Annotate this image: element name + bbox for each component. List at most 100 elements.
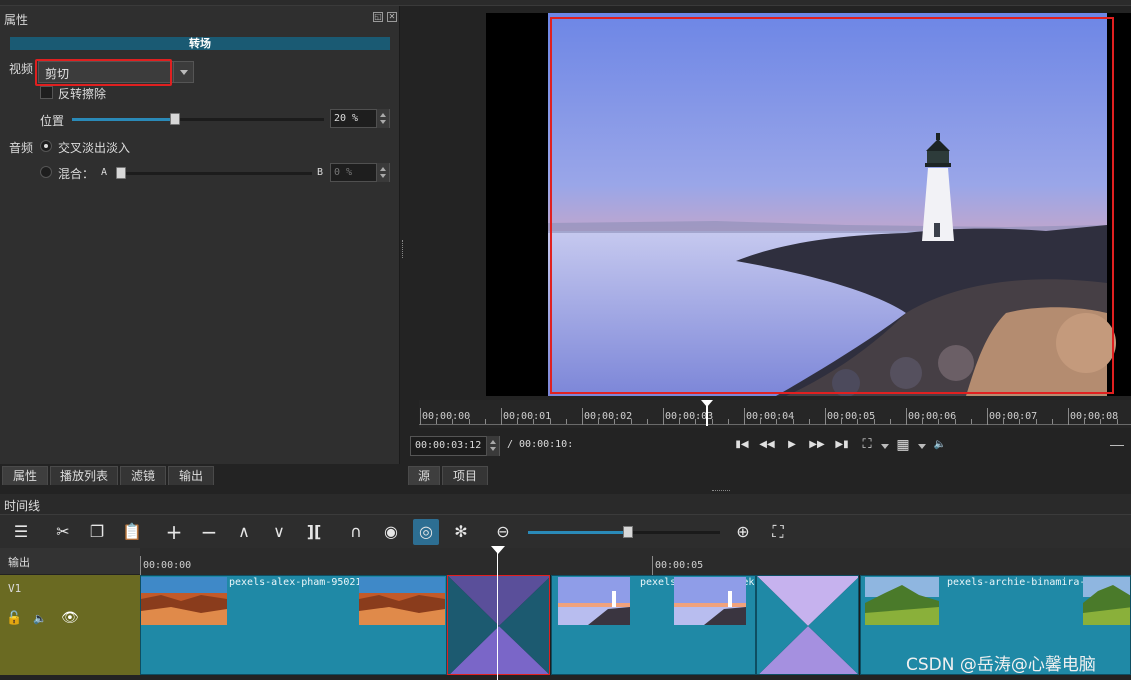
scrub-eye-icon[interactable]: ◉ bbox=[378, 519, 404, 545]
ruler-major-tick bbox=[1068, 408, 1069, 425]
clip-thumbnail-mountains bbox=[865, 577, 939, 625]
output-label: 输出 bbox=[8, 556, 30, 569]
position-slider-handle[interactable] bbox=[170, 113, 181, 125]
tab-filters[interactable]: 滤镜 bbox=[120, 466, 166, 485]
spin-arrows-icon[interactable] bbox=[486, 436, 499, 456]
close-icon[interactable]: ✕ bbox=[387, 12, 397, 22]
cut-icon[interactable]: ✂ bbox=[50, 519, 76, 545]
timeline-toolbar: ☰ ✂ ❐ 📋 + − ∧ ∨ ][ ∩ ◉ ◎ ✻ ⊖ ⊕ ⛶ bbox=[0, 514, 1131, 548]
transition-x-icon bbox=[757, 576, 858, 674]
duration-label: / 00:00:10: bbox=[507, 439, 574, 450]
position-spinbox[interactable]: 20 % bbox=[330, 109, 390, 128]
position-slider-fill bbox=[72, 118, 171, 121]
reverse-wipe-label: 反转擦除 bbox=[58, 87, 107, 101]
ruler-minor-tick bbox=[808, 419, 810, 424]
crossfade-label: 交叉淡出淡入 bbox=[58, 141, 131, 155]
skip-previous-icon[interactable]: ▮◀ bbox=[733, 436, 751, 454]
ruler-label: 00:00:07 bbox=[989, 411, 1038, 422]
append-icon[interactable]: + bbox=[161, 519, 187, 545]
clip-alex-pham[interactable]: pexels-alex-pham-950210.jpg bbox=[140, 575, 447, 675]
remove-icon[interactable]: − bbox=[196, 519, 222, 545]
volume-slider-icon[interactable] bbox=[1110, 445, 1124, 446]
crossfade-radio[interactable] bbox=[40, 140, 52, 152]
v1-track-header[interactable]: V1 🔓 🔈 👁 bbox=[0, 575, 140, 675]
skip-next-icon[interactable]: ▶▮ bbox=[833, 436, 851, 454]
output-track-header: 输出 bbox=[0, 548, 140, 575]
clip-anand-dandekar[interactable]: pexels-anand-dandekar bbox=[551, 575, 756, 675]
chevron-down-icon[interactable] bbox=[918, 444, 926, 449]
position-slider[interactable] bbox=[72, 113, 324, 125]
chevron-down-icon[interactable] bbox=[881, 444, 889, 449]
radio-selected-dot bbox=[44, 144, 48, 148]
properties-title: 属性 bbox=[4, 13, 29, 27]
tab-source[interactable]: 源 bbox=[408, 466, 440, 485]
ruler-minor-tick bbox=[484, 419, 486, 424]
ripple-all-icon[interactable]: ✻ bbox=[448, 519, 474, 545]
timeline-playhead-line bbox=[497, 552, 498, 680]
timeline-title: 时间线 bbox=[4, 499, 41, 513]
clip-thumbnail-mountains bbox=[1083, 577, 1130, 625]
ruler-major-tick bbox=[825, 408, 826, 425]
clip-thumbnail-lighthouse bbox=[558, 577, 630, 625]
ruler-label: 00:00:08 bbox=[1070, 411, 1119, 422]
timeline-ruler[interactable]: 00:00:00 00:00:05 bbox=[140, 548, 1131, 575]
splitter-handle[interactable] bbox=[712, 490, 730, 492]
timeline-playhead-marker[interactable] bbox=[491, 546, 505, 554]
mix-radio[interactable] bbox=[40, 166, 52, 178]
zoom-out-icon[interactable]: ⊖ bbox=[490, 519, 516, 545]
snap-magnet-icon[interactable]: ∩ bbox=[343, 519, 369, 545]
mix-value: 0 % bbox=[334, 167, 353, 178]
ruler-label: 00:00:01 bbox=[503, 411, 552, 422]
zoom-fit-icon[interactable]: ⛶ bbox=[765, 519, 791, 545]
overwrite-icon[interactable]: ∨ bbox=[266, 519, 292, 545]
lift-icon[interactable]: ∧ bbox=[231, 519, 257, 545]
lock-icon[interactable]: 🔓 bbox=[6, 611, 22, 626]
mix-spinbox[interactable]: 0 % bbox=[330, 163, 390, 182]
mute-icon[interactable]: 🔈 bbox=[33, 612, 47, 625]
ruler-major-tick bbox=[663, 408, 664, 425]
properties-panel: 属性 ◱ ✕ 转场 视频 剪切 反转擦除 位置 20 % 音频 交叉淡出淡入 混… bbox=[0, 6, 400, 464]
transition-x-icon bbox=[448, 576, 549, 674]
spin-arrows-icon[interactable] bbox=[376, 109, 389, 128]
zoom-slider-handle[interactable] bbox=[622, 526, 633, 538]
eye-icon[interactable]: 👁 bbox=[61, 610, 79, 626]
viewer-ruler[interactable]: 00:00:00 00:00:01 00:00:02 00:00:03 00:00:04… bbox=[419, 400, 1131, 428]
ruler-label: 00:00:05 bbox=[827, 411, 876, 422]
ruler-major-tick bbox=[501, 408, 502, 425]
zoom-view-icon[interactable]: ⛶ bbox=[858, 436, 876, 454]
tab-properties[interactable]: 属性 bbox=[2, 466, 48, 485]
rewind-icon[interactable]: ◀◀ bbox=[758, 436, 776, 454]
reverse-wipe-checkbox[interactable] bbox=[40, 86, 53, 99]
timeline-zoom-slider[interactable] bbox=[528, 526, 720, 538]
audio-label: 音频 bbox=[9, 141, 34, 155]
transition-2[interactable] bbox=[756, 575, 859, 675]
timecode-input[interactable]: 00:00:03:12 bbox=[410, 436, 500, 456]
transition-1[interactable] bbox=[447, 575, 550, 675]
tab-project[interactable]: 项目 bbox=[442, 466, 488, 485]
mix-slider-handle[interactable] bbox=[116, 167, 126, 179]
zoom-slider-fill bbox=[528, 531, 628, 534]
mix-label: 混合： bbox=[58, 167, 95, 181]
copy-icon[interactable]: ❐ bbox=[84, 519, 110, 545]
tab-export[interactable]: 输出 bbox=[168, 466, 214, 485]
spin-arrows-icon[interactable] bbox=[376, 163, 389, 182]
ripple-icon[interactable]: ◎ bbox=[413, 519, 439, 545]
chevron-down-icon[interactable] bbox=[173, 62, 193, 82]
tab-playlist[interactable]: 播放列表 bbox=[50, 466, 118, 485]
zoom-in-icon[interactable]: ⊕ bbox=[730, 519, 756, 545]
transition-section-header: 转场 bbox=[10, 37, 390, 50]
position-value: 20 % bbox=[334, 113, 359, 124]
menu-icon[interactable]: ☰ bbox=[8, 519, 34, 545]
highlight-box bbox=[35, 59, 172, 86]
play-icon[interactable]: ▶ bbox=[783, 436, 801, 454]
grid-icon[interactable]: ▦ bbox=[894, 436, 912, 454]
volume-icon[interactable]: 🔈 bbox=[931, 436, 949, 454]
ruler-minor-tick bbox=[889, 419, 891, 424]
fast-forward-icon[interactable]: ▶▶ bbox=[808, 436, 826, 454]
float-icon[interactable]: ◱ bbox=[373, 12, 383, 22]
splitter-handle[interactable] bbox=[402, 240, 405, 258]
mix-slider[interactable] bbox=[116, 167, 312, 179]
split-icon[interactable]: ][ bbox=[301, 519, 327, 545]
paste-icon[interactable]: 📋 bbox=[119, 519, 145, 545]
ruler-major-tick bbox=[420, 408, 421, 425]
